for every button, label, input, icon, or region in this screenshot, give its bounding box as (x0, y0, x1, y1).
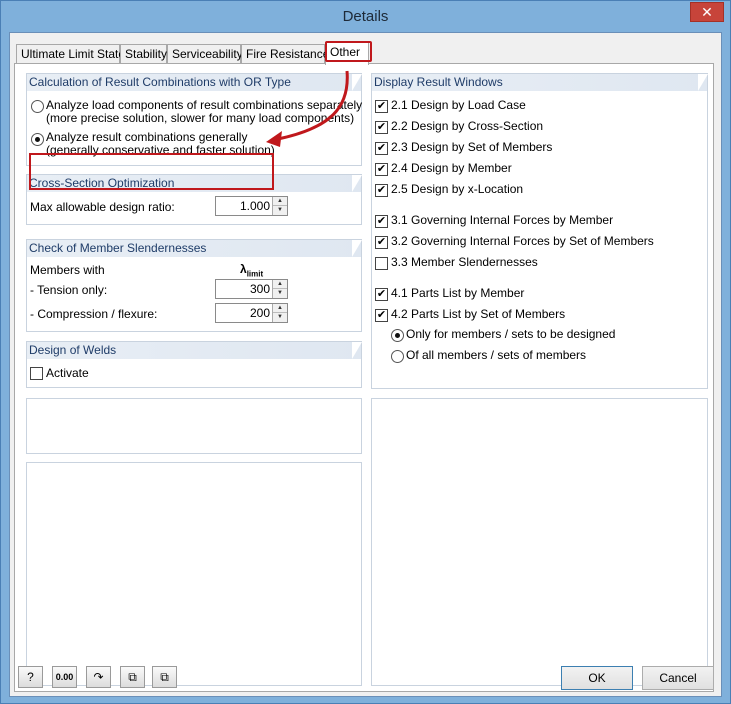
calc-option-general-label: Analyze result combinations generally (46, 130, 248, 144)
tension-spin-arrows: ▲ ▼ (272, 280, 287, 298)
empty-panel-right (371, 398, 708, 686)
decimal-places-button[interactable]: 0.00 (52, 666, 77, 688)
import-settings-button[interactable]: ⧉ (120, 666, 145, 688)
tab-other-highlight (325, 41, 372, 62)
welds-activate-checkbox[interactable] (30, 367, 43, 380)
help-icon: ? (27, 670, 34, 684)
parts-list-designed-label: Only for members / sets to be designed (406, 327, 616, 341)
lambda-subscript: limit (246, 269, 264, 279)
export-settings-icon: ⧉ (160, 670, 169, 684)
slenderness-group-title: Check of Member Slendernesses (27, 240, 361, 257)
parts-list-all-radio[interactable] (391, 350, 404, 363)
tab-panel-other: Calculation of Result Combinations with … (14, 63, 714, 692)
calc-option-separate-label: Analyze load components of result combin… (46, 98, 363, 112)
spin-down-icon[interactable]: ▼ (273, 289, 287, 298)
display-item-checkbox[interactable]: ✔ (375, 100, 388, 113)
tension-spinbox[interactable]: 300 ▲ ▼ (215, 279, 288, 299)
calc-group-title: Calculation of Result Combinations with … (27, 74, 361, 91)
default-settings-button[interactable]: ↷ (86, 666, 111, 688)
calc-option-separate-hint: (more precise solution, slower for many … (46, 111, 355, 125)
members-with-label: Members with (30, 263, 105, 277)
ratio-value: 1.000 (239, 199, 270, 213)
cancel-button[interactable]: Cancel (642, 666, 714, 690)
details-dialog: Details ✕ Ultimate Limit State Stability… (0, 0, 731, 704)
compression-value: 200 (249, 306, 270, 320)
ratio-spinbox[interactable]: 1.000 ▲ ▼ (215, 196, 288, 216)
calc-option-separate-radio[interactable] (31, 100, 44, 113)
title-bar: Details ✕ (1, 1, 730, 32)
slenderness-group: Check of Member Slendernesses Members wi… (26, 239, 362, 332)
display-item-checkbox[interactable]: ✔ (375, 121, 388, 134)
lambda-symbol: λ (240, 262, 247, 276)
default-settings-icon: ↷ (93, 670, 104, 684)
selected-option-highlight (29, 153, 274, 190)
tension-value: 300 (249, 282, 270, 296)
display-windows-group: Display Result Windows ✔ 2.1 Design by Lo… (371, 73, 708, 389)
import-settings-icon: ⧉ (128, 670, 137, 684)
display-item-label: 4.1 Parts List by Member (391, 286, 525, 300)
tab-stability[interactable]: Stability (120, 44, 167, 64)
spin-up-icon[interactable]: ▲ (273, 197, 287, 206)
display-item-label: 2.3 Design by Set of Members (391, 140, 553, 154)
welds-group-title: Design of Welds (27, 342, 361, 359)
display-item-checkbox[interactable]: ✔ (375, 215, 388, 228)
display-item-label: 2.4 Design by Member (391, 161, 512, 175)
welds-group: Design of Welds Activate (26, 341, 362, 388)
display-item-label: 2.1 Design by Load Case (391, 98, 526, 112)
display-item-label: 2.5 Design by x-Location (391, 182, 524, 196)
dialog-title: Details (342, 8, 389, 25)
display-item-checkbox[interactable]: ✔ (375, 142, 388, 155)
tension-label: - Tension only: (30, 283, 108, 297)
compression-spin-arrows: ▲ ▼ (272, 304, 287, 322)
display-item-label: 4.2 Parts List by Set of Members (391, 307, 566, 321)
ok-button[interactable]: OK (561, 666, 633, 690)
welds-activate-label: Activate (46, 366, 89, 380)
lambda-limit-header: λlimit (240, 262, 263, 278)
empty-panel-left-top (26, 398, 362, 454)
display-item-checkbox[interactable]: ✔ (375, 236, 388, 249)
compression-spinbox[interactable]: 200 ▲ ▼ (215, 303, 288, 323)
help-button[interactable]: ? (18, 666, 43, 688)
compression-label: - Compression / flexure: (30, 307, 158, 321)
export-settings-button[interactable]: ⧉ (152, 666, 177, 688)
display-item-checkbox[interactable] (375, 257, 388, 270)
parts-list-all-label: Of all members / sets of members (406, 348, 587, 362)
dialog-client: Ultimate Limit State Stability Serviceab… (9, 32, 722, 697)
decimal-places-icon: 0.00 (55, 672, 74, 682)
calc-option-general-radio[interactable] (31, 133, 44, 146)
display-item-checkbox[interactable]: ✔ (375, 163, 388, 176)
display-item-checkbox[interactable]: ✔ (375, 309, 388, 322)
display-item-checkbox[interactable]: ✔ (375, 288, 388, 301)
tab-ultimate-limit-state[interactable]: Ultimate Limit State (16, 44, 125, 64)
empty-panel-left-bottom (26, 462, 362, 686)
spin-down-icon[interactable]: ▼ (273, 313, 287, 322)
ratio-spin-arrows: ▲ ▼ (272, 197, 287, 215)
tab-fire-resistance[interactable]: Fire Resistance (241, 44, 329, 64)
tab-serviceability[interactable]: Serviceability (167, 44, 243, 64)
display-item-label: 3.2 Governing Internal Forces by Set of … (391, 234, 654, 248)
display-item-label: 3.3 Member Slendernesses (391, 255, 538, 269)
spin-up-icon[interactable]: ▲ (273, 280, 287, 289)
close-button[interactable]: ✕ (690, 2, 724, 22)
display-item-label: 2.2 Design by Cross-Section (391, 119, 544, 133)
spin-down-icon[interactable]: ▼ (273, 206, 287, 215)
display-item-checkbox[interactable]: ✔ (375, 184, 388, 197)
display-item-label: 3.1 Governing Internal Forces by Member (391, 213, 614, 227)
parts-list-designed-radio[interactable] (391, 329, 404, 342)
ratio-label: Max allowable design ratio: (30, 200, 175, 214)
display-windows-group-title: Display Result Windows (372, 74, 707, 91)
spin-up-icon[interactable]: ▲ (273, 304, 287, 313)
